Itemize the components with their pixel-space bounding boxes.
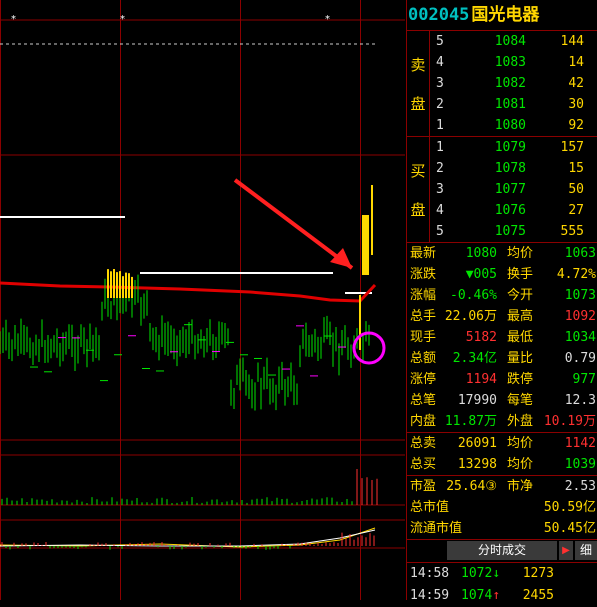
- play-arrow-icon[interactable]: ▶: [559, 541, 573, 560]
- stock-code: 002045: [408, 5, 470, 25]
- quote-row-change: 涨跌 ▼005 换手 4.72%: [410, 267, 596, 282]
- trade-volume: 1273: [522, 566, 554, 581]
- volume: 14: [568, 55, 584, 70]
- bid-row[interactable]: 4 1076 27: [430, 200, 597, 221]
- price: 1082: [494, 76, 526, 91]
- annotation-arrow: [233, 178, 354, 270]
- level-number: 4: [436, 55, 444, 70]
- price: 1083: [494, 55, 526, 70]
- trade-row: 14:59 1074↑ 2455: [407, 585, 597, 607]
- marker-icon: *: [11, 14, 16, 25]
- trade-price: 1072↓: [461, 566, 501, 581]
- up-arrow-icon: ↑: [492, 588, 501, 603]
- quote-row-total-sell: 总卖 26091 均价 1142: [410, 436, 596, 451]
- volume: 50: [568, 182, 584, 197]
- marker-icon: *: [120, 14, 125, 25]
- quote-row-amount: 总额 2.34亿 量比 0.79: [410, 351, 596, 366]
- ask-book: 卖盘 5 1084 144 4 1083 14 3 1082 42 2 1081 30 1 1080 92: [407, 31, 597, 137]
- trade-tab-bar: 分时成交 ▶ 细: [407, 539, 597, 563]
- stock-name: 国光电器: [471, 5, 540, 25]
- price: 1084: [494, 34, 526, 49]
- quote-row-trades: 总笔 17990 每笔 12.3: [410, 393, 596, 408]
- ask-row[interactable]: 3 1082 42: [430, 73, 597, 94]
- ask-row[interactable]: 4 1083 14: [430, 52, 597, 73]
- price: 1079: [494, 140, 526, 155]
- volume: 15: [568, 161, 584, 176]
- volume: 42: [568, 76, 584, 91]
- marker-icon: *: [325, 14, 330, 25]
- quote-row-mktcap: 总市值 50.59亿: [410, 500, 596, 515]
- quote-row-current: 现手 5182 最低 1034: [410, 330, 596, 345]
- level-number: 4: [436, 203, 444, 218]
- ask-row[interactable]: 5 1084 144: [430, 31, 597, 52]
- down-arrow-icon: ↓: [492, 566, 501, 581]
- volume: 27: [568, 203, 584, 218]
- price: 1076: [494, 203, 526, 218]
- ask-row[interactable]: 2 1081 30: [430, 94, 597, 115]
- quote-row-latest: 最新 1080 均价 1063: [410, 246, 596, 261]
- bid-row[interactable]: 3 1077 50: [430, 179, 597, 200]
- volume: 555: [560, 224, 584, 239]
- level-number: 1: [436, 140, 444, 155]
- bid-row[interactable]: 5 1075 555: [430, 221, 597, 242]
- trade-row: 14:58 1072↓ 1273: [407, 563, 597, 585]
- quote-panel: 002045 国光电器 卖盘 5 1084 144 4 1083 14 3 1082 42 2 108…: [406, 0, 597, 603]
- level-number: 2: [436, 97, 444, 112]
- detail-button[interactable]: 细: [575, 541, 597, 560]
- level-number: 2: [436, 161, 444, 176]
- trade-list: 14:58 1072↓ 1273 14:59 1074↑ 2455: [407, 563, 597, 607]
- trade-time: 14:58: [410, 566, 450, 581]
- volume: 144: [560, 34, 584, 49]
- intraday-chart[interactable]: * * *: [0, 0, 405, 600]
- tab-time-sales[interactable]: 分时成交: [447, 541, 557, 560]
- bid-row[interactable]: 2 1078 15: [430, 158, 597, 179]
- quote-row-total-buy: 总买 13298 均价 1039: [407, 454, 597, 476]
- volume: 157: [560, 140, 584, 155]
- bid-row[interactable]: 1 1079 157: [430, 137, 597, 158]
- level-number: 5: [436, 34, 444, 49]
- level-number: 3: [436, 182, 444, 197]
- ask-row[interactable]: 1 1080 92: [430, 115, 597, 136]
- price: 1077: [494, 182, 526, 197]
- price: 1081: [494, 97, 526, 112]
- price: 1075: [494, 224, 526, 239]
- signal-line: [0, 529, 376, 547]
- quote-row-pct: 涨幅 -0.46% 今开 1073: [410, 288, 596, 303]
- stock-header: 002045 国光电器: [407, 0, 597, 31]
- quote-row-inner-outer: 内盘 11.87万 外盘 10.19万: [407, 411, 597, 433]
- quote-row-volume: 总手 22.06万 最高 1092: [410, 309, 596, 324]
- quote-row-float: 流通市值 50.45亿: [410, 521, 596, 536]
- price-bar-up: [362, 215, 369, 275]
- arrow-head-icon: [330, 248, 352, 268]
- trade-volume: 2455: [522, 588, 554, 603]
- quote-row-limits: 涨停 1194 跌停 977: [410, 372, 596, 387]
- bid-book: 买盘 1 1079 157 2 1078 15 3 1077 50 4 1076 27 5 1075 555: [407, 137, 597, 243]
- trade-time: 14:59: [410, 588, 450, 603]
- price: 1080: [494, 118, 526, 133]
- level-number: 3: [436, 76, 444, 91]
- volume: 30: [568, 97, 584, 112]
- volume: 92: [568, 118, 584, 133]
- trade-price: 1074↑: [461, 588, 501, 603]
- sell-side-label: 卖盘: [407, 31, 430, 136]
- average-line: [0, 281, 377, 303]
- macd-line: [0, 527, 376, 548]
- quote-row-pe: 市盈 25.64③ 市净 2.53: [410, 479, 596, 494]
- quote-table: 最新 1080 均价 1063 涨跌 ▼005 换手 4.72% 涨幅 -0.46% 今开 107…: [407, 243, 597, 539]
- level-number: 1: [436, 118, 444, 133]
- level-number: 5: [436, 224, 444, 239]
- buy-side-label: 买盘: [407, 137, 430, 242]
- price: 1078: [494, 161, 526, 176]
